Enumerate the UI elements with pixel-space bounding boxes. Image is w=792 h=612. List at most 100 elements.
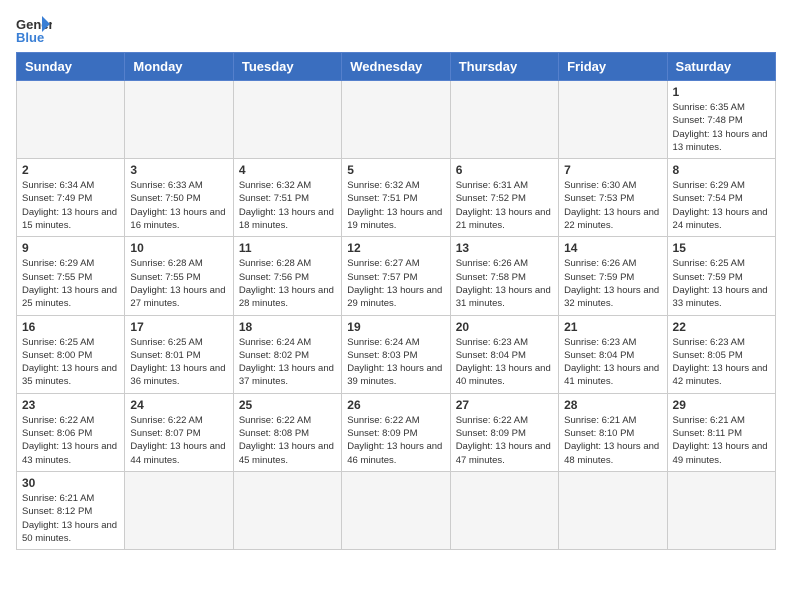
day-info: Sunrise: 6:29 AM Sunset: 7:55 PM Dayligh…: [22, 257, 119, 310]
day-info: Sunrise: 6:22 AM Sunset: 8:09 PM Dayligh…: [347, 414, 444, 467]
calendar-cell: 14Sunrise: 6:26 AM Sunset: 7:59 PM Dayli…: [559, 237, 667, 315]
day-info: Sunrise: 6:22 AM Sunset: 8:08 PM Dayligh…: [239, 414, 336, 467]
day-info: Sunrise: 6:21 AM Sunset: 8:12 PM Dayligh…: [22, 492, 119, 545]
day-info: Sunrise: 6:26 AM Sunset: 7:59 PM Dayligh…: [564, 257, 661, 310]
col-header-thursday: Thursday: [450, 53, 558, 81]
col-header-monday: Monday: [125, 53, 233, 81]
calendar-cell: 15 Sunrise: 6:25 AM Sunset: 7:59 PM Dayli…: [667, 237, 775, 315]
calendar-cell: 16 Sunrise: 6:25 AM Sunset: 8:00 PM Dayli…: [17, 315, 125, 393]
day-info: Sunrise: 6:21 AM Sunset: 8:10 PM Dayligh…: [564, 414, 661, 467]
day-info: Sunrise: 6:23 AM Sunset: 8:05 PM Dayligh…: [673, 336, 770, 389]
day-number: 24: [130, 398, 227, 412]
calendar-cell: 29 Sunrise: 6:21 AM Sunset: 8:11 PM Dayli…: [667, 393, 775, 471]
calendar-cell: 5 Sunrise: 6:32 AM Sunset: 7:51 PM Daylig…: [342, 159, 450, 237]
calendar-cell: 19Sunrise: 6:24 AM Sunset: 8:03 PM Dayli…: [342, 315, 450, 393]
col-header-wednesday: Wednesday: [342, 53, 450, 81]
calendar-cell: 2 Sunrise: 6:34 AM Sunset: 7:49 PM Daylig…: [17, 159, 125, 237]
day-info: Sunrise: 6:24 AM Sunset: 8:02 PM Dayligh…: [239, 336, 336, 389]
col-header-friday: Friday: [559, 53, 667, 81]
day-info: Sunrise: 6:32 AM Sunset: 7:51 PM Dayligh…: [347, 179, 444, 232]
day-info: Sunrise: 6:35 AM Sunset: 7:48 PM Dayligh…: [673, 101, 770, 154]
day-number: 23: [22, 398, 119, 412]
calendar-cell: 3 Sunrise: 6:33 AM Sunset: 7:50 PM Daylig…: [125, 159, 233, 237]
calendar-cell: 26 Sunrise: 6:22 AM Sunset: 8:09 PM Dayli…: [342, 393, 450, 471]
day-number: 30: [22, 476, 119, 490]
calendar-cell: 10 Sunrise: 6:28 AM Sunset: 7:55 PM Dayli…: [125, 237, 233, 315]
calendar-cell: [17, 81, 125, 159]
calendar-cell: 24 Sunrise: 6:22 AM Sunset: 8:07 PM Dayli…: [125, 393, 233, 471]
calendar-cell: 4 Sunrise: 6:32 AM Sunset: 7:51 PM Daylig…: [233, 159, 341, 237]
day-info: Sunrise: 6:22 AM Sunset: 8:06 PM Dayligh…: [22, 414, 119, 467]
calendar-table: SundayMondayTuesdayWednesdayThursdayFrid…: [16, 52, 776, 550]
day-number: 2: [22, 163, 119, 177]
day-number: 22: [673, 320, 770, 334]
calendar-cell: 25 Sunrise: 6:22 AM Sunset: 8:08 PM Dayli…: [233, 393, 341, 471]
calendar-cell: 20 Sunrise: 6:23 AM Sunset: 8:04 PM Dayli…: [450, 315, 558, 393]
col-header-saturday: Saturday: [667, 53, 775, 81]
col-header-sunday: Sunday: [17, 53, 125, 81]
day-number: 7: [564, 163, 661, 177]
calendar-cell: 22 Sunrise: 6:23 AM Sunset: 8:05 PM Dayli…: [667, 315, 775, 393]
calendar-cell: 13Sunrise: 6:26 AM Sunset: 7:58 PM Dayli…: [450, 237, 558, 315]
day-info: Sunrise: 6:23 AM Sunset: 8:04 PM Dayligh…: [564, 336, 661, 389]
day-number: 3: [130, 163, 227, 177]
day-number: 8: [673, 163, 770, 177]
day-info: Sunrise: 6:34 AM Sunset: 7:49 PM Dayligh…: [22, 179, 119, 232]
day-number: 16: [22, 320, 119, 334]
calendar-cell: [450, 81, 558, 159]
calendar-cell: 12 Sunrise: 6:27 AM Sunset: 7:57 PM Dayli…: [342, 237, 450, 315]
day-number: 11: [239, 241, 336, 255]
day-info: Sunrise: 6:28 AM Sunset: 7:55 PM Dayligh…: [130, 257, 227, 310]
day-number: 20: [456, 320, 553, 334]
day-info: Sunrise: 6:22 AM Sunset: 8:07 PM Dayligh…: [130, 414, 227, 467]
day-info: Sunrise: 6:27 AM Sunset: 7:57 PM Dayligh…: [347, 257, 444, 310]
day-number: 4: [239, 163, 336, 177]
calendar-cell: [233, 81, 341, 159]
calendar-cell: 17 Sunrise: 6:25 AM Sunset: 8:01 PM Dayli…: [125, 315, 233, 393]
day-info: Sunrise: 6:30 AM Sunset: 7:53 PM Dayligh…: [564, 179, 661, 232]
calendar-cell: [450, 471, 558, 549]
day-info: Sunrise: 6:28 AM Sunset: 7:56 PM Dayligh…: [239, 257, 336, 310]
calendar-cell: 9 Sunrise: 6:29 AM Sunset: 7:55 PM Daylig…: [17, 237, 125, 315]
calendar-cell: 30 Sunrise: 6:21 AM Sunset: 8:12 PM Dayli…: [17, 471, 125, 549]
day-number: 9: [22, 241, 119, 255]
day-info: Sunrise: 6:25 AM Sunset: 8:00 PM Dayligh…: [22, 336, 119, 389]
day-number: 10: [130, 241, 227, 255]
day-info: Sunrise: 6:23 AM Sunset: 8:04 PM Dayligh…: [456, 336, 553, 389]
calendar-cell: 7 Sunrise: 6:30 AM Sunset: 7:53 PM Daylig…: [559, 159, 667, 237]
day-number: 17: [130, 320, 227, 334]
calendar-cell: 6Sunrise: 6:31 AM Sunset: 7:52 PM Daylig…: [450, 159, 558, 237]
calendar-cell: 1 Sunrise: 6:35 AM Sunset: 7:48 PM Daylig…: [667, 81, 775, 159]
logo-icon: General Blue: [16, 16, 52, 44]
day-info: Sunrise: 6:25 AM Sunset: 7:59 PM Dayligh…: [673, 257, 770, 310]
day-info: Sunrise: 6:22 AM Sunset: 8:09 PM Dayligh…: [456, 414, 553, 467]
calendar-cell: 11 Sunrise: 6:28 AM Sunset: 7:56 PM Dayli…: [233, 237, 341, 315]
calendar-cell: [125, 471, 233, 549]
day-info: Sunrise: 6:32 AM Sunset: 7:51 PM Dayligh…: [239, 179, 336, 232]
calendar-cell: [559, 471, 667, 549]
calendar-cell: [667, 471, 775, 549]
logo: General Blue: [16, 16, 58, 44]
day-number: 28: [564, 398, 661, 412]
day-number: 26: [347, 398, 444, 412]
day-info: Sunrise: 6:25 AM Sunset: 8:01 PM Dayligh…: [130, 336, 227, 389]
day-info: Sunrise: 6:33 AM Sunset: 7:50 PM Dayligh…: [130, 179, 227, 232]
calendar-cell: [125, 81, 233, 159]
svg-text:Blue: Blue: [16, 30, 44, 44]
calendar-cell: 23 Sunrise: 6:22 AM Sunset: 8:06 PM Dayli…: [17, 393, 125, 471]
calendar-cell: 21Sunrise: 6:23 AM Sunset: 8:04 PM Dayli…: [559, 315, 667, 393]
page-header: General Blue: [16, 16, 776, 44]
calendar-cell: 18 Sunrise: 6:24 AM Sunset: 8:02 PM Dayli…: [233, 315, 341, 393]
calendar-cell: [342, 471, 450, 549]
day-number: 18: [239, 320, 336, 334]
calendar-cell: [233, 471, 341, 549]
day-number: 12: [347, 241, 444, 255]
day-number: 15: [673, 241, 770, 255]
day-number: 29: [673, 398, 770, 412]
day-info: Sunrise: 6:21 AM Sunset: 8:11 PM Dayligh…: [673, 414, 770, 467]
day-number: 5: [347, 163, 444, 177]
day-number: 1: [673, 85, 770, 99]
day-number: 25: [239, 398, 336, 412]
day-number: 13: [456, 241, 553, 255]
day-number: 19: [347, 320, 444, 334]
